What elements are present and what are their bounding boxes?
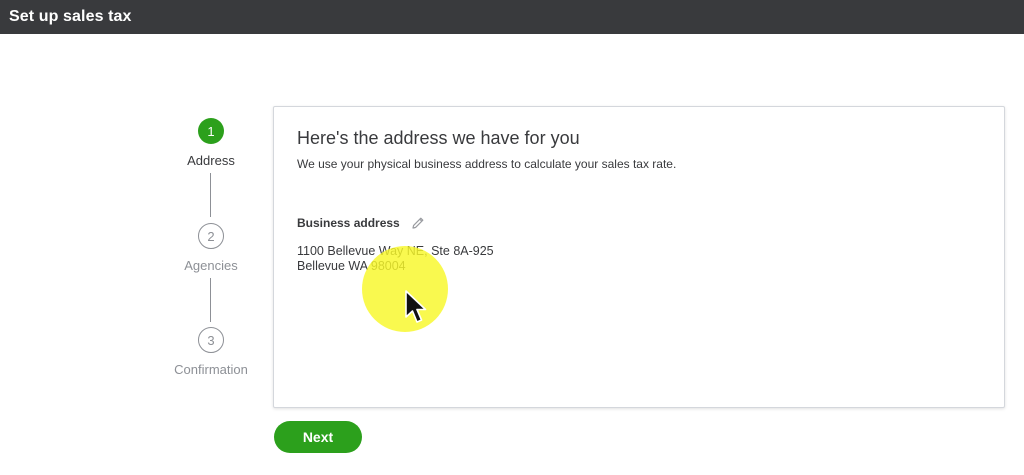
card-title: Here's the address we have for you [297,128,580,148]
address-line-2: Bellevue WA 98004 [297,259,406,273]
business-address-heading: Business address [297,215,426,231]
step-connector [210,278,211,322]
window-title: Set up sales tax [9,8,132,25]
business-address-label: Business address [297,216,400,230]
address-card: Here's the address we have for you We us… [273,106,1005,408]
card-subtitle: We use your physical business address to… [297,157,677,171]
address-line-1: 1100 Bellevue Way NE, Ste 8A-925 [297,244,494,258]
step-number-circle: 3 [198,327,224,353]
step-number-circle: 2 [198,223,224,249]
title-bar: Set up sales tax [0,0,1024,34]
step-label: Address [187,153,235,168]
step-address[interactable]: 1 Address [170,118,252,168]
step-label: Confirmation [174,362,248,377]
step-connector [210,173,211,217]
pencil-icon[interactable] [410,215,426,231]
step-label: Agencies [184,258,238,273]
step-agencies[interactable]: 2 Agencies [170,223,252,273]
step-confirmation[interactable]: 3 Confirmation [170,327,252,377]
step-number-circle: 1 [198,118,224,144]
next-button[interactable]: Next [274,421,362,453]
progress-stepper: 1 Address 2 Agencies 3 Confirmation [170,118,252,388]
